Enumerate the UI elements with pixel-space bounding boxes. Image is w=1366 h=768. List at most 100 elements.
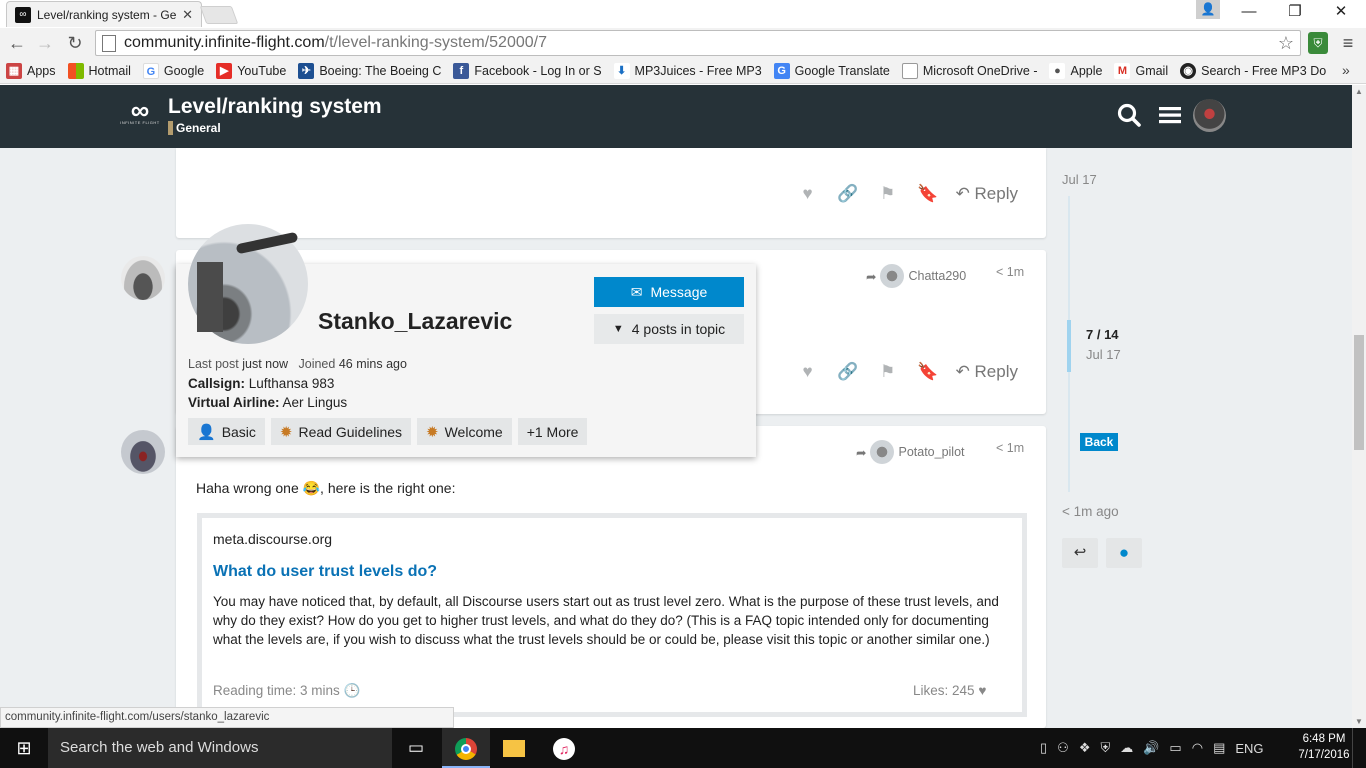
browser-tab[interactable]: ∞ Level/ranking system - Ge ✕ (6, 1, 202, 27)
bookmark-onedrive[interactable]: Microsoft OneDrive - (901, 62, 1037, 79)
battery-tray-icon[interactable]: ▯ (1040, 740, 1047, 756)
back-icon[interactable]: ← (4, 30, 30, 56)
bookmark-icon[interactable]: 🔖 (908, 362, 948, 382)
bookmark-google-translate[interactable]: G Google Translate (773, 62, 890, 79)
badge-welcome[interactable]: ✹ Welcome (417, 418, 512, 445)
flag-icon[interactable]: ⚑ (868, 362, 908, 382)
badge-basic[interactable]: 👤 Basic (188, 418, 265, 445)
reply-to-tab[interactable]: ➦ Chatta290 (866, 264, 966, 288)
search-icon[interactable] (1116, 102, 1142, 128)
onebox-title[interactable]: What do user trust levels do? (213, 563, 437, 581)
badge-read-guidelines[interactable]: ✹ Read Guidelines (270, 418, 412, 445)
timeline-end-date[interactable]: < 1m ago (1062, 504, 1119, 519)
share-link-icon[interactable]: 🔗 (828, 184, 868, 204)
notification-level-button[interactable]: ● (1106, 538, 1142, 568)
bookmark-hotmail[interactable]: Hotmail (67, 62, 131, 79)
post-author-avatar[interactable] (121, 256, 165, 300)
action-center-icon[interactable]: ▤ (1213, 740, 1225, 756)
timeline-handle[interactable] (1067, 320, 1071, 372)
onebox-reading-time: Reading time: 3 mins 🕒 (213, 683, 361, 698)
bookmark-mp3-search[interactable]: ◉ Search - Free MP3 Do (1180, 62, 1326, 79)
current-user-avatar[interactable] (1193, 99, 1226, 132)
user-card-meta: Last post just now Joined 46 mins ago (188, 357, 407, 371)
scroll-down-icon[interactable]: ▼ (1355, 717, 1363, 726)
reply-button[interactable]: ↶ Reply (956, 362, 1018, 382)
reply-button[interactable]: ↶ Reply (956, 184, 1018, 204)
tab-close-icon[interactable]: ✕ (182, 7, 193, 23)
close-window-button[interactable]: ✕ (1318, 0, 1364, 26)
mcafee-tray-icon[interactable]: ⛨ (1100, 740, 1110, 756)
bookmark-boeing[interactable]: ✈ Boeing: The Boeing C (298, 62, 441, 79)
post-date[interactable]: < 1m (996, 441, 1024, 455)
new-tab-button[interactable] (199, 6, 239, 24)
forward-icon[interactable]: → (32, 30, 58, 56)
user-badges: 👤 Basic ✹ Read Guidelines ✹ Welcome +1 More (188, 418, 588, 445)
post-date[interactable]: < 1m (996, 265, 1024, 279)
category-badge[interactable]: General (168, 121, 221, 135)
itunes-icon[interactable]: ♫ (540, 728, 588, 768)
bookmark-icon[interactable]: 🔖 (908, 184, 948, 204)
page-scrollbar[interactable]: ▲ ▼ (1352, 85, 1366, 728)
chrome-taskbar-icon[interactable] (442, 728, 490, 768)
scroll-thumb[interactable] (1354, 335, 1364, 450)
avatar-tower-graphic (197, 262, 223, 332)
topic-title[interactable]: Level/ranking system (168, 95, 382, 119)
onedrive-tray-icon[interactable]: ☁ (1120, 740, 1133, 756)
boeing-icon: ✈ (298, 62, 315, 79)
people-tray-icon[interactable]: ⚇ (1057, 740, 1069, 756)
bookmark-youtube[interactable]: ▶ YouTube (216, 62, 286, 79)
envelope-icon: ✉ (630, 283, 643, 300)
power-tray-icon[interactable]: ▭ (1169, 740, 1181, 756)
extension-shield-icon[interactable]: ⛨ (1308, 32, 1328, 54)
infinite-flight-logo[interactable]: ∞ INFINITE FLIGHT (120, 95, 160, 130)
record-icon: ◉ (1180, 62, 1197, 79)
message-button[interactable]: ✉ Message (594, 277, 744, 307)
windows-start-icon[interactable]: ⊞ (0, 728, 48, 768)
bookmark-star-icon[interactable]: ☆ (1278, 33, 1294, 54)
bookmark-apple[interactable]: ● Apple (1049, 62, 1102, 79)
language-indicator[interactable]: ENG (1235, 741, 1263, 756)
bookmark-mp3juices[interactable]: ⬇ MP3Juices - Free MP3 (613, 62, 762, 79)
restore-button[interactable]: ❐ (1272, 0, 1318, 26)
minimize-button[interactable]: — (1226, 0, 1272, 26)
certificate-icon: ✹ (426, 423, 439, 441)
filter-icon: ▼ (612, 323, 624, 335)
topic-reply-button[interactable]: ↩ (1062, 538, 1098, 568)
infinity-icon: ∞ (130, 95, 150, 125)
reply-to-tab[interactable]: ➦ Potato_pilot (856, 440, 965, 464)
post-author-avatar[interactable] (121, 430, 165, 474)
profile-icon[interactable]: 👤 (1196, 0, 1220, 19)
scroll-up-icon[interactable]: ▲ (1355, 87, 1363, 96)
bookmarks-overflow-icon[interactable]: » (1342, 62, 1350, 78)
facebook-icon: f (453, 62, 470, 79)
wifi-tray-icon[interactable]: ◠ (1192, 740, 1203, 756)
user-field-virtual-airline: Virtual Airline: Aer Lingus (188, 395, 348, 410)
timeline-start-date[interactable]: Jul 17 (1062, 172, 1097, 187)
more-badges-button[interactable]: +1 More (517, 418, 588, 445)
hamburger-menu-icon[interactable] (1158, 103, 1182, 127)
volume-tray-icon[interactable]: 🔊 (1143, 740, 1159, 756)
task-view-icon[interactable]: ▭ (392, 728, 440, 768)
bookmark-apps[interactable]: ▦ Apps (6, 62, 56, 79)
like-heart-icon[interactable]: ♥ (788, 362, 828, 382)
filter-posts-button[interactable]: ▼ 4 posts in topic (594, 314, 744, 344)
bookmark-gmail[interactable]: M Gmail (1114, 62, 1168, 79)
address-bar[interactable]: community.infinite-flight.com/t/level-ra… (95, 30, 1301, 56)
bookmark-facebook[interactable]: f Facebook - Log In or S (453, 62, 602, 79)
bookmark-google[interactable]: G Google (142, 62, 204, 79)
share-link-icon[interactable]: 🔗 (828, 362, 868, 382)
flag-icon[interactable]: ⚑ (868, 184, 908, 204)
file-explorer-icon[interactable] (490, 728, 538, 768)
taskbar-clock[interactable]: 6:48 PM 7/17/2016 (1296, 731, 1352, 763)
onebox-source[interactable]: meta.discourse.org (213, 531, 332, 547)
dropbox-tray-icon[interactable]: ❖ (1079, 740, 1091, 756)
timeline-back-button[interactable]: Back (1080, 433, 1118, 451)
timeline-position-date: Jul 17 (1086, 347, 1121, 362)
reload-icon[interactable]: ↻ (62, 30, 88, 56)
google-icon: G (142, 62, 159, 79)
user-card-username[interactable]: Stanko_Lazarevic (318, 308, 512, 335)
taskbar-search[interactable]: Search the web and Windows (48, 728, 392, 768)
chrome-menu-icon[interactable]: ≡ (1338, 30, 1358, 56)
like-heart-icon[interactable]: ♥ (788, 184, 828, 204)
show-desktop-button[interactable] (1352, 728, 1366, 768)
